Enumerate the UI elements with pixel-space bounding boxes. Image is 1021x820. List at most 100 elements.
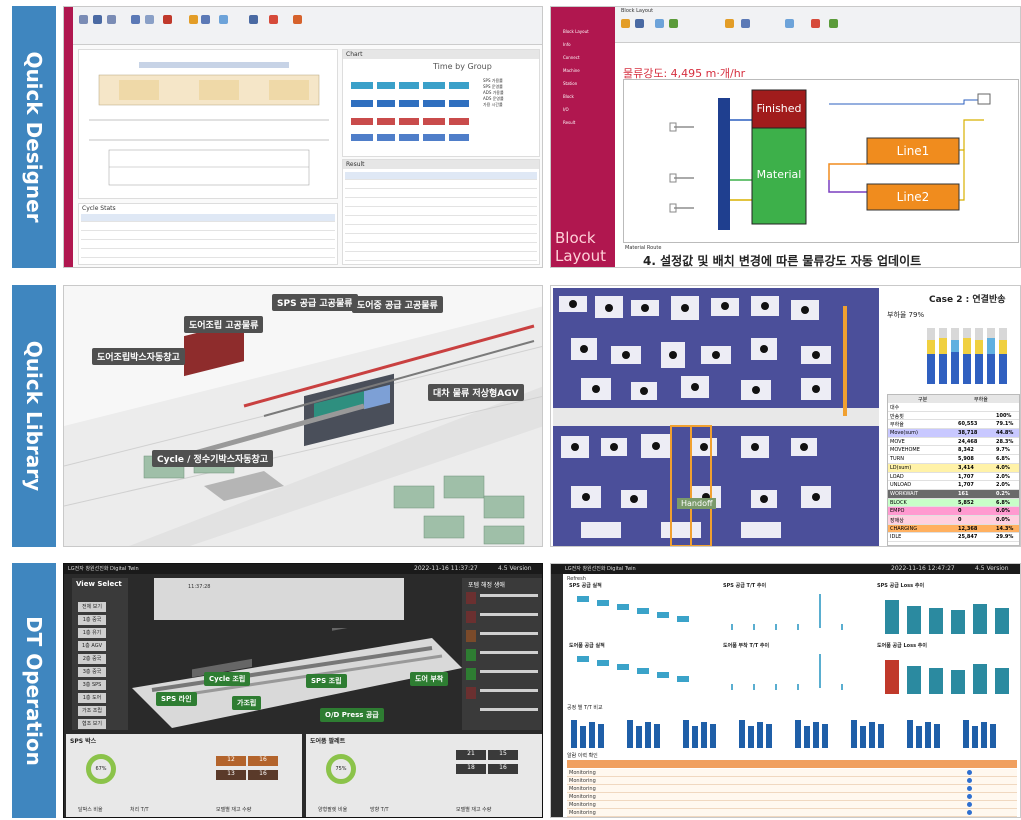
ribbon-button[interactable] [189,15,198,24]
equipment-item[interactable] [466,630,476,642]
table-row[interactable] [345,172,537,180]
ribbon-button[interactable] [621,19,630,28]
alarm-history-row[interactable]: Monitoring [567,777,1017,785]
material-block[interactable]: Material [752,168,806,181]
view-select-button[interactable]: 2층 중국 [78,654,106,664]
nav-item[interactable]: Info [563,42,571,47]
info-icon[interactable] [967,802,972,807]
view-select-button[interactable]: 1층 도어 [78,693,106,703]
dashboard-chart: 도어품 공급 실적 [567,642,713,698]
nav-item[interactable]: I/O [563,107,569,112]
load-table-cell: 100% [996,412,1012,419]
load-table-cell: 1,707 [958,482,974,489]
ribbon-button[interactable] [293,15,302,24]
table-row[interactable] [345,190,537,198]
ribbon-button[interactable] [131,15,140,24]
finished-block[interactable]: Finished [752,102,806,115]
label-door-overhead: 도어중 공급 고공물류 [352,296,443,313]
ribbon-button[interactable] [811,19,820,28]
ribbon-button[interactable] [785,19,794,28]
equipment-item[interactable] [466,687,476,699]
view-select-button[interactable]: 3층 중국 [78,667,106,677]
nav-item[interactable]: Result [563,120,575,125]
ribbon-button[interactable] [635,19,644,28]
load-table-row: 부하율 60,553 79.1% [888,420,1019,430]
line2-block[interactable]: Line2 [867,190,959,204]
tt-bar [636,726,642,748]
dashboard-chart-title: SPS 공급 T/T 추이 [723,583,767,589]
table-row[interactable] [81,232,335,240]
nav-item[interactable]: Station [563,81,577,86]
footer-label: 달박스 비율 [78,807,103,813]
table-row[interactable] [345,226,537,234]
ribbon-button[interactable] [669,19,678,28]
alarm-history-row[interactable]: Monitoring [567,785,1017,793]
info-icon[interactable] [967,794,972,799]
table-row[interactable] [81,250,335,258]
view-select-button[interactable]: 전체 보기 [78,602,106,612]
nav-item[interactable]: Machine [563,68,580,73]
ribbon-button[interactable] [93,15,102,24]
equipment-item[interactable] [466,611,476,623]
ribbon-button[interactable] [79,15,88,24]
table-row[interactable] [345,181,537,189]
info-icon[interactable] [967,810,972,815]
view-select-button[interactable]: 가조 조립 [78,706,106,716]
alarm-history-row[interactable]: Monitoring [567,809,1017,817]
nav-item[interactable]: Connect [563,55,580,60]
ribbon-button[interactable] [107,15,116,24]
equipment-item[interactable] [466,649,476,661]
ribbon-button[interactable] [829,19,838,28]
block-canvas[interactable]: Finished Material Line1 Line2 [623,79,1019,243]
table-row[interactable] [345,208,537,216]
ribbon-button[interactable] [201,15,210,24]
dashboard-chart-title: SPS 공급 Loss 추이 [877,583,925,589]
ribbon-button[interactable] [163,15,172,24]
alarm-history-row[interactable]: Monitoring [567,801,1017,809]
ribbon-button[interactable] [725,19,734,28]
view-select-button[interactable]: 협조 보기 [78,719,106,729]
view-select-button[interactable]: 1층 중국 [78,615,106,625]
view-select-button[interactable]: 1층 AGV [78,641,106,651]
table-row[interactable] [345,253,537,261]
ribbon-button[interactable] [269,15,278,24]
alarm-history-row[interactable]: Monitoring [567,793,1017,801]
equipment-item[interactable] [466,668,476,680]
load-table-rows: 대수 반송횟 100% 부하율 60,553 79.1% Move(sum) 38,718 44… [888,403,1019,542]
load-table-row: BLOCK 5,852 6.8% [888,498,1019,508]
table-row[interactable] [81,223,335,231]
ribbon-button[interactable] [219,15,228,24]
nav-item[interactable]: Block [563,94,574,99]
layout-drawing [89,62,329,186]
table-row[interactable] [345,244,537,252]
view-select-button[interactable]: 3층 SPS [78,680,106,690]
layout-canvas[interactable] [78,49,338,199]
row-dt-operation: DT Operation LG전자 창원선진화 Digital Twin 202… [0,563,1021,818]
factory-3d-view[interactable]: SPS 공급 고공물류 도어중 공급 고공물류 도어조립 고공물류 도어조립박스… [63,285,543,547]
line1-block[interactable]: Line1 [867,144,959,158]
table-row[interactable] [81,241,335,249]
info-icon[interactable] [967,770,972,775]
row-label-bar: Quick Designer [12,6,56,268]
ribbon-button[interactable] [249,15,258,24]
alarm-history-row[interactable]: Monitoring [567,769,1017,777]
table-row[interactable] [345,235,537,243]
dashboard-chart-mark [731,684,733,690]
row-label: DT Operation [22,615,46,766]
table-row[interactable] [345,217,537,225]
load-table-row: 장애상 0 0.0% [888,515,1019,525]
nav-item[interactable]: Block Layout [563,29,589,34]
ribbon-button[interactable] [741,19,750,28]
ribbon-button[interactable] [655,19,664,28]
dashboard-chart-mark [617,604,629,610]
block-layout-window-title: Block Layout [621,8,654,14]
info-icon[interactable] [967,786,972,791]
table-row[interactable] [81,214,335,222]
view-select-button[interactable]: 1층 유기 [78,628,106,638]
equipment-item[interactable] [466,592,476,604]
dt-app-title: LG전자 창원선진화 Digital Twin [68,566,139,572]
info-icon[interactable] [967,778,972,783]
ribbon-button[interactable] [145,15,154,24]
table-row[interactable] [345,199,537,207]
equipment-item[interactable] [466,706,476,718]
